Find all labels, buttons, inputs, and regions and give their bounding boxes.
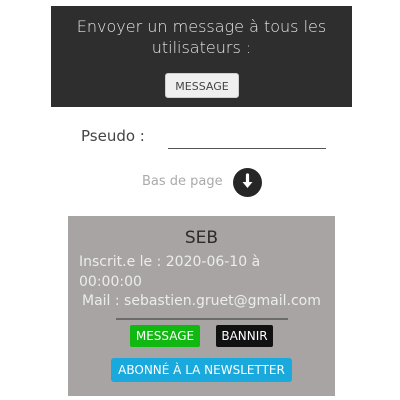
ban-user-button[interactable]: BANNIR (216, 325, 273, 347)
pseudo-input[interactable] (168, 128, 326, 149)
card-divider (116, 318, 288, 320)
arrow-down-circle-icon[interactable] (233, 168, 262, 197)
broadcast-panel: Envoyer un message à tous les utilisateu… (51, 6, 352, 107)
broadcast-message-button[interactable]: MESSAGE (165, 73, 239, 98)
newsletter-subscribed-button[interactable]: ABONNÉ À LA NEWSLETTER (111, 358, 292, 382)
user-card: SEB Inscrit.e le : 2020-06-10 à 00:00:00… (68, 216, 335, 396)
user-message-button[interactable]: MESSAGE (130, 325, 200, 347)
pseudo-label: Pseudo : (81, 127, 145, 145)
user-registration-date: Inscrit.e le : 2020-06-10 à 00:00:00 (79, 254, 261, 290)
bottom-of-page-label[interactable]: Bas de page (142, 174, 223, 189)
user-email: Mail : sebastien.gruet@gmail.com (82, 293, 321, 309)
user-name: SEB (184, 228, 219, 248)
broadcast-title: Envoyer un message à tous les utilisateu… (76, 17, 327, 57)
